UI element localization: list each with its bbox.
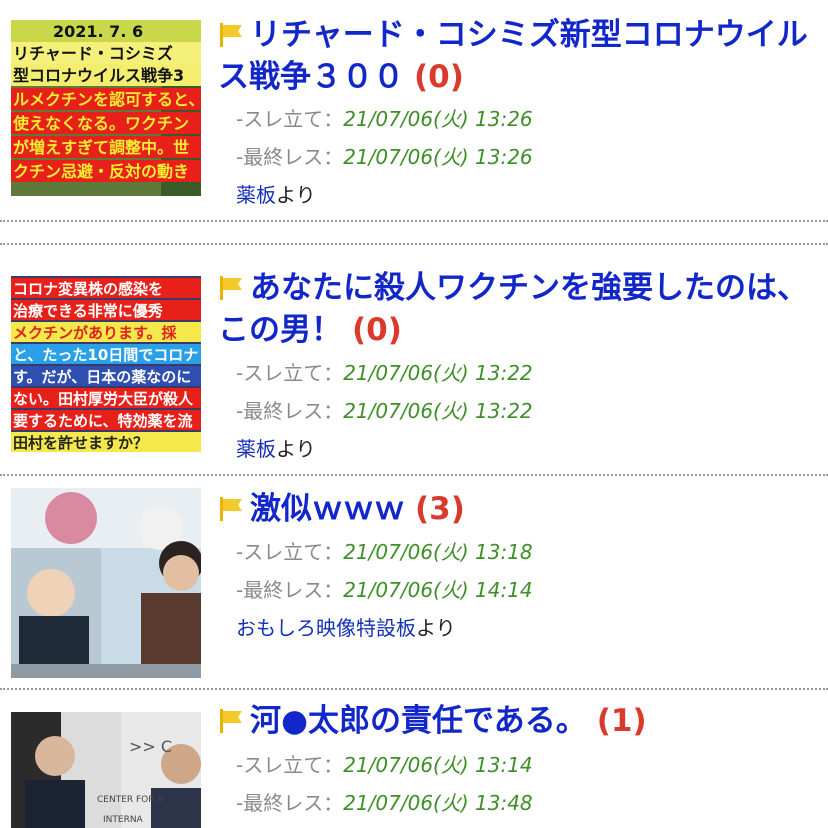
board-link[interactable]: おもしろ映像特設板	[236, 616, 416, 640]
last-reply-line: -最終レス：21/07/06(火) 13:22	[236, 395, 533, 424]
thread-title[interactable]: 激似ｗｗｗ (3)	[218, 488, 808, 530]
divider	[0, 220, 828, 222]
last-reply-label: -最終レス：	[236, 399, 344, 423]
divider	[0, 688, 828, 690]
last-reply-date: 21/07/06(火) 13:48	[343, 791, 533, 815]
created-label: -スレ立て：	[236, 753, 344, 777]
reply-count: (0)	[352, 312, 402, 348]
thumb-text: リチャード・コシミズ	[13, 44, 173, 63]
thumb-text: ない。田村厚労大臣が殺人	[13, 390, 194, 408]
created-line: -スレ立て：21/07/06(火) 13:18	[236, 536, 533, 565]
thread-title[interactable]: リチャード・コシミズ新型コロナウイルス戦争３００ (0)	[218, 14, 808, 98]
source-suffix: より	[276, 183, 316, 207]
thumb-text: クチン忌避・反対の動き	[13, 162, 189, 181]
flag-icon	[220, 497, 242, 521]
reply-count: (1)	[596, 703, 647, 739]
thread-title-text[interactable]: あなたに殺人ワクチンを強要したのは、この男！	[218, 270, 808, 348]
board-source: 薬板より	[236, 433, 316, 462]
thumb-text: 型コロナウイルス戦争3	[13, 66, 184, 85]
thumb-text: CENTER FOR S	[97, 795, 163, 805]
last-reply-date: 21/07/06(火) 14:14	[343, 578, 533, 602]
thread-thumbnail[interactable]: 2021. 7. 6 リチャード・コシミズ 型コロナウイルス戦争3 ルメクチンを…	[11, 20, 201, 196]
source-suffix: より	[276, 437, 316, 461]
last-reply-line: -最終レス：21/07/06(火) 13:48	[236, 787, 533, 816]
last-reply-label: -最終レス：	[236, 791, 344, 815]
thumb-text: 田村を許せますか？	[13, 434, 148, 452]
source-suffix: より	[416, 616, 456, 640]
created-date: 21/07/06(火) 13:18	[343, 540, 533, 564]
flag-icon	[220, 709, 242, 733]
last-reply-line: -最終レス：21/07/06(火) 13:26	[236, 141, 533, 170]
reply-count: (3)	[415, 491, 465, 527]
created-date: 21/07/06(火) 13:22	[343, 361, 533, 385]
last-reply-line: -最終レス：21/07/06(火) 14:14	[236, 574, 533, 603]
created-line: -スレ立て：21/07/06(火) 13:22	[236, 357, 533, 386]
thread-thumbnail[interactable]: コロナ変異株の感染を 治療できる非常に優秀 メクチンがあります。採 と、たった1…	[11, 276, 201, 452]
created-line: -スレ立て：21/07/06(火) 13:14	[236, 749, 533, 778]
thumb-text: 治療できる非常に優秀	[13, 302, 164, 320]
thread-title[interactable]: あなたに殺人ワクチンを強要したのは、この男！ (0)	[218, 267, 808, 351]
thumb-text: コロナ変異株の感染を	[13, 280, 163, 298]
flag-icon	[220, 23, 242, 47]
created-label: -スレ立て：	[236, 540, 344, 564]
thumb-text: INTERNA	[103, 815, 144, 825]
last-reply-label: -最終レス：	[236, 578, 344, 602]
thread-title-text[interactable]: 激似ｗｗｗ	[250, 491, 405, 527]
board-link[interactable]: 薬板	[236, 183, 276, 207]
last-reply-date: 21/07/06(火) 13:22	[343, 399, 533, 423]
flag-icon	[220, 276, 242, 300]
reply-count: (0)	[414, 59, 464, 95]
thumb-text: と、たった10日間でコロナ	[13, 346, 198, 364]
thread-thumbnail[interactable]	[11, 488, 201, 678]
last-reply-label: -最終レス：	[236, 145, 344, 169]
created-label: -スレ立て：	[236, 361, 344, 385]
thumb-text: ルメクチンを認可すると、	[13, 90, 201, 109]
thumb-text: >> C	[129, 737, 172, 756]
thread-title[interactable]: 河●太郎の責任である。 (1)	[218, 700, 808, 742]
board-link[interactable]: 薬板	[236, 437, 276, 461]
created-label: -スレ立て：	[236, 107, 344, 131]
board-source: おもしろ映像特設板より	[236, 612, 456, 641]
thread-title-text[interactable]: リチャード・コシミズ新型コロナウイルス戦争３００	[218, 17, 808, 95]
created-date: 21/07/06(火) 13:26	[343, 107, 533, 131]
thumb-text: 要するために、特効薬を流	[13, 412, 193, 430]
thumb-text: メクチンがあります。採	[13, 324, 178, 342]
divider	[0, 243, 828, 245]
thread-title-text[interactable]: 河●太郎の責任である。	[250, 703, 587, 739]
divider	[0, 474, 828, 476]
created-date: 21/07/06(火) 13:14	[343, 753, 533, 777]
thread-thumbnail[interactable]: >> C CENTER FOR S INTERNA	[11, 712, 201, 828]
thumb-text: 使えなくなる。ワクチン	[12, 114, 189, 133]
thumb-text: が増えすぎて調整中。世	[13, 138, 189, 157]
board-source: 薬板より	[236, 179, 316, 208]
thumb-text: す。だが、日本の薬なのに	[13, 368, 191, 386]
created-line: -スレ立て：21/07/06(火) 13:26	[236, 103, 533, 132]
thumb-text: 2021. 7. 6	[53, 22, 143, 41]
last-reply-date: 21/07/06(火) 13:26	[343, 145, 533, 169]
